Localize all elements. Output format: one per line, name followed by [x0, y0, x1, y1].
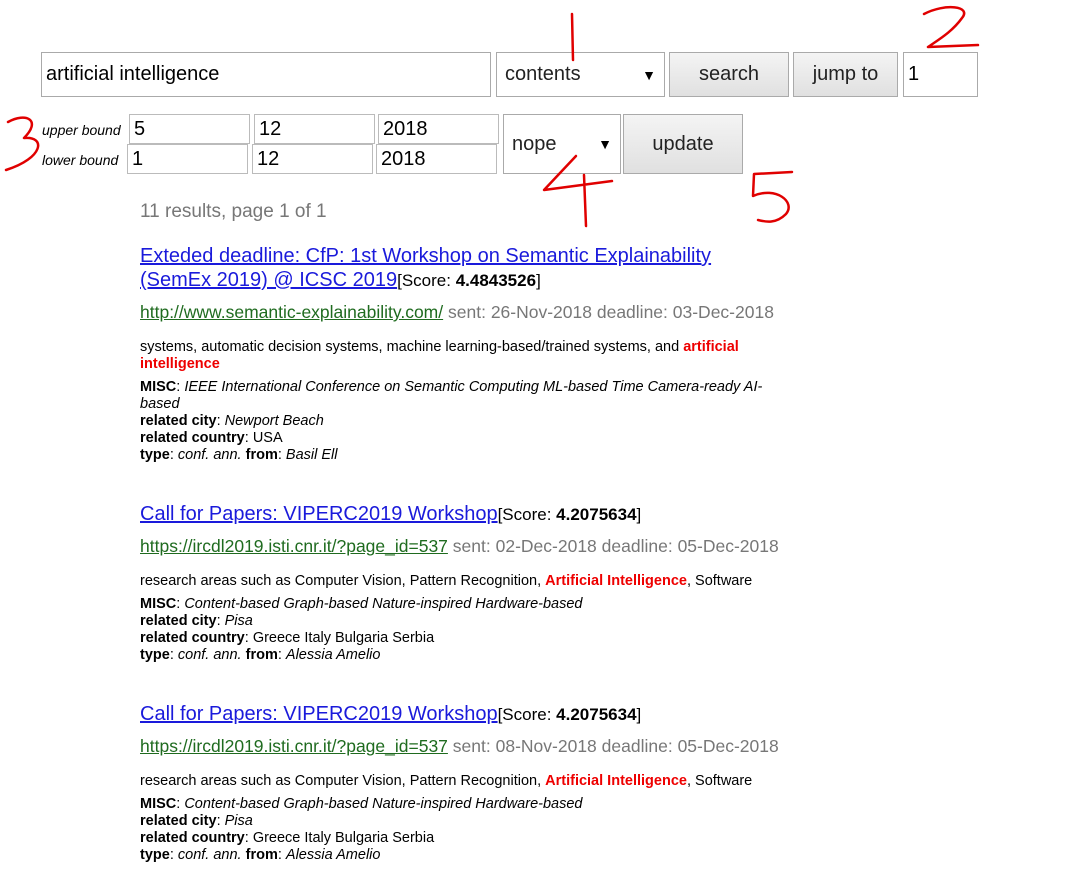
sent-date: 08-Nov-2018	[495, 736, 597, 756]
result-url-link[interactable]: http://www.semantic-explainability.com/	[140, 302, 443, 322]
search-field-select[interactable]: contents ▼	[496, 52, 665, 97]
result-snippet: research areas such as Computer Vision, …	[140, 573, 753, 589]
result-url-line: http://www.semantic-explainability.com/ …	[140, 302, 774, 322]
sent-date: 26-Nov-2018	[490, 302, 592, 322]
sort-select-value: nope	[512, 132, 557, 155]
result-item: Call for Papers: VIPERC2019 Workshop[Sco…	[140, 502, 800, 664]
result-title: Exteded deadline: CfP: 1st Workshop on S…	[140, 244, 800, 293]
result-title: Call for Papers: VIPERC2019 Workshop[Sco…	[140, 702, 800, 727]
search-button[interactable]: search	[669, 52, 789, 97]
result-item: Exteded deadline: CfP: 1st Workshop on S…	[140, 244, 800, 464]
lower-year-input[interactable]	[376, 144, 497, 174]
result-url-line: https://ircdl2019.isti.cnr.it/?page_id=5…	[140, 536, 779, 556]
search-field-value: contents	[505, 63, 581, 85]
deadline-date: 03-Dec-2018	[672, 302, 774, 322]
result-snippet: research areas such as Computer Vision, …	[140, 773, 753, 789]
result-meta: MISC: Content-based Graph-based Nature-i…	[140, 596, 583, 663]
country-value: Greece Italy Bulgaria Serbia	[252, 830, 435, 846]
deadline-date: 05-Dec-2018	[677, 736, 779, 756]
highlight: Artificial Intelligence	[545, 573, 687, 589]
result-title-link[interactable]: Call for Papers: VIPERC2019 Workshop	[140, 503, 498, 525]
misc-value: IEEE International Conference on Semanti…	[140, 379, 763, 412]
lower-day-input[interactable]	[127, 144, 248, 174]
city-value: Pisa	[224, 613, 253, 629]
upper-month-input[interactable]	[254, 114, 375, 144]
sent-date: 02-Dec-2018	[495, 536, 597, 556]
from-value: Alessia Amelio	[285, 647, 381, 663]
country-value: Greece Italy Bulgaria Serbia	[252, 630, 435, 646]
result-score: [Score: 4.4843526]	[397, 271, 541, 290]
highlight: Artificial Intelligence	[545, 773, 687, 789]
city-value: Newport Beach	[224, 413, 324, 429]
result-title: Call for Papers: VIPERC2019 Workshop[Sco…	[140, 502, 800, 527]
type-value: conf. ann.	[177, 647, 242, 663]
upper-bound-label: upper bound	[42, 122, 121, 138]
from-value: Basil Ell	[285, 447, 338, 463]
lower-month-input[interactable]	[252, 144, 373, 174]
sort-select[interactable]: nope ▼	[503, 114, 621, 174]
annotation-5	[751, 170, 794, 223]
jump-to-button[interactable]: jump to	[793, 52, 898, 97]
dropdown-arrow-icon: ▼	[598, 136, 612, 152]
result-item: Call for Papers: VIPERC2019 Workshop[Sco…	[140, 702, 800, 864]
country-value: USA	[252, 430, 283, 446]
result-url-line: https://ircdl2019.isti.cnr.it/?page_id=5…	[140, 736, 779, 756]
page-number-input[interactable]	[903, 52, 978, 97]
results-summary: 11 results, page 1 of 1	[140, 201, 327, 222]
misc-value: Content-based Graph-based Nature-inspire…	[184, 596, 583, 612]
city-value: Pisa	[224, 813, 253, 829]
result-meta: MISC: IEEE International Conference on S…	[140, 379, 763, 463]
result-url-link[interactable]: https://ircdl2019.isti.cnr.it/?page_id=5…	[140, 736, 448, 756]
result-score: [Score: 4.2075634]	[497, 705, 642, 724]
result-score: [Score: 4.2075634]	[497, 505, 642, 524]
result-snippet: systems, automatic decision systems, mac…	[140, 339, 739, 372]
type-value: conf. ann.	[177, 847, 242, 863]
update-button[interactable]: update	[623, 114, 743, 174]
annotation-3	[4, 116, 40, 172]
result-url-link[interactable]: https://ircdl2019.isti.cnr.it/?page_id=5…	[140, 536, 448, 556]
from-value: Alessia Amelio	[285, 847, 381, 863]
lower-bound-label: lower bound	[42, 152, 119, 168]
search-input[interactable]	[41, 52, 491, 97]
misc-value: Content-based Graph-based Nature-inspire…	[184, 796, 583, 812]
type-value: conf. ann.	[177, 447, 242, 463]
annotation-2	[922, 5, 980, 49]
dropdown-arrow-icon: ▼	[642, 66, 656, 83]
result-meta: MISC: Content-based Graph-based Nature-i…	[140, 796, 583, 863]
upper-year-input[interactable]	[378, 114, 499, 144]
deadline-date: 05-Dec-2018	[677, 536, 779, 556]
result-title-link[interactable]: Call for Papers: VIPERC2019 Workshop	[140, 703, 498, 725]
upper-day-input[interactable]	[129, 114, 250, 144]
